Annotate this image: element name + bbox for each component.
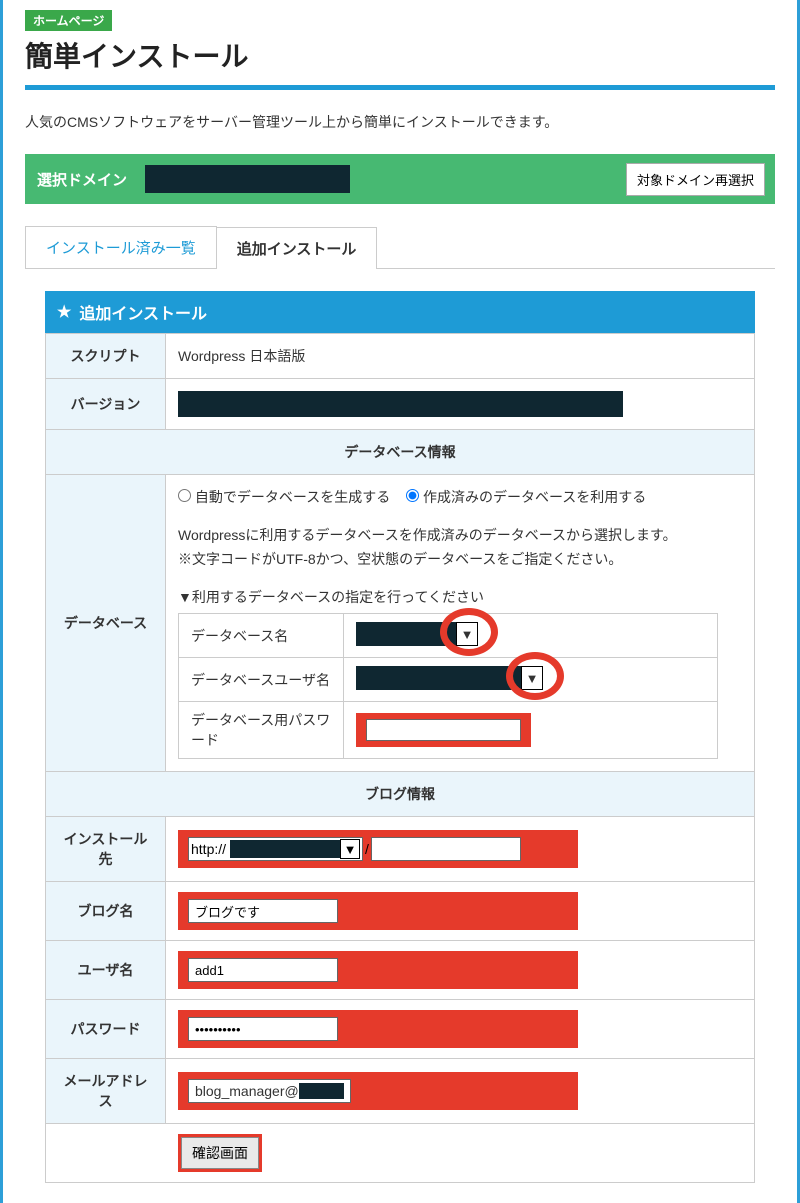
version-value-redacted — [178, 391, 623, 417]
install-dest-label: インストール先 — [46, 817, 166, 882]
domain-bar: 選択ドメイン 対象ドメイン再選択 — [25, 154, 775, 204]
email-input-value[interactable]: blog_manager@ — [195, 1083, 299, 1099]
db-instruction: Wordpressに利用するデータベースを作成済みのデータベースから選択します。 — [178, 525, 742, 545]
version-label: バージョン — [46, 379, 166, 430]
script-value: Wordpress 日本語版 — [166, 334, 755, 379]
panel-header: ★ 追加インストール — [45, 291, 755, 333]
tabs: インストール済み一覧 追加インストール — [25, 226, 775, 269]
chevron-down-icon: ▼ — [521, 666, 543, 690]
highlight-box-username — [178, 951, 578, 989]
db-user-value-redacted — [356, 666, 521, 690]
path-separator: / — [365, 841, 369, 857]
db-name-label: データベース名 — [179, 614, 344, 658]
star-icon: ★ — [57, 302, 71, 322]
chevron-down-icon: ▼ — [456, 622, 478, 646]
password-input[interactable] — [188, 1017, 338, 1041]
highlight-box-install-dest: http:// ▼ / — [178, 830, 578, 868]
domain-reselect-button[interactable]: 対象ドメイン再選択 — [626, 163, 765, 196]
radio-existing-text: 作成済みのデータベースを利用する — [423, 489, 646, 505]
install-dest-prefix: http:// — [191, 841, 226, 857]
radio-auto-label[interactable]: 自動でデータベースを生成する — [178, 489, 390, 505]
db-section-header: データベース情報 — [46, 430, 755, 475]
username-label: ユーザ名 — [46, 941, 166, 1000]
confirm-button[interactable]: 確認画面 — [181, 1137, 259, 1169]
highlight-box-confirm: 確認画面 — [178, 1134, 262, 1172]
highlight-box-email: blog_manager@ — [178, 1072, 578, 1110]
chevron-down-icon[interactable]: ▼ — [340, 839, 360, 859]
blog-section-header: ブログ情報 — [46, 772, 755, 817]
email-label: メールアドレス — [46, 1059, 166, 1124]
domain-label: 選択ドメイン — [37, 169, 127, 190]
intro-text: 人気のCMSソフトウェアをサーバー管理ツール上から簡単にインストールできます。 — [25, 112, 775, 132]
blog-name-input[interactable] — [188, 899, 338, 923]
highlight-box-password — [178, 1010, 578, 1048]
database-label: データベース — [46, 475, 166, 772]
db-password-label: データベース用パスワード — [179, 702, 344, 759]
highlight-box-db-password — [356, 713, 531, 747]
radio-auto[interactable] — [178, 489, 191, 502]
db-name-value-redacted — [356, 622, 456, 646]
email-domain-redacted — [299, 1083, 344, 1099]
db-note: ※文字コードがUTF-8かつ、空状態のデータベースをご指定ください。 — [178, 549, 742, 569]
install-path-input[interactable] — [371, 837, 521, 861]
tab-add-install[interactable]: 追加インストール — [216, 227, 378, 269]
db-name-select[interactable]: ▼ — [356, 622, 478, 646]
radio-auto-text: 自動でデータベースを生成する — [195, 489, 390, 505]
domain-value-redacted — [145, 165, 350, 193]
db-password-input[interactable] — [366, 719, 521, 741]
radio-existing[interactable] — [406, 489, 419, 502]
tab-installed-list[interactable]: インストール済み一覧 — [25, 226, 217, 268]
db-select-prompt: ▼利用するデータベースの指定を行ってください — [178, 587, 742, 607]
category-tag: ホームページ — [25, 10, 112, 31]
accent-bar — [25, 85, 775, 90]
panel-title: 追加インストール — [79, 300, 207, 324]
db-user-select[interactable]: ▼ — [356, 666, 543, 690]
password-label: パスワード — [46, 1000, 166, 1059]
db-user-label: データベースユーザ名 — [179, 658, 344, 702]
blog-name-label: ブログ名 — [46, 882, 166, 941]
highlight-box-blog-name — [178, 892, 578, 930]
install-domain-redacted — [230, 840, 340, 858]
username-input[interactable] — [188, 958, 338, 982]
script-label: スクリプト — [46, 334, 166, 379]
page-title: 簡単インストール — [25, 35, 775, 75]
radio-existing-label[interactable]: 作成済みのデータベースを利用する — [406, 489, 646, 505]
